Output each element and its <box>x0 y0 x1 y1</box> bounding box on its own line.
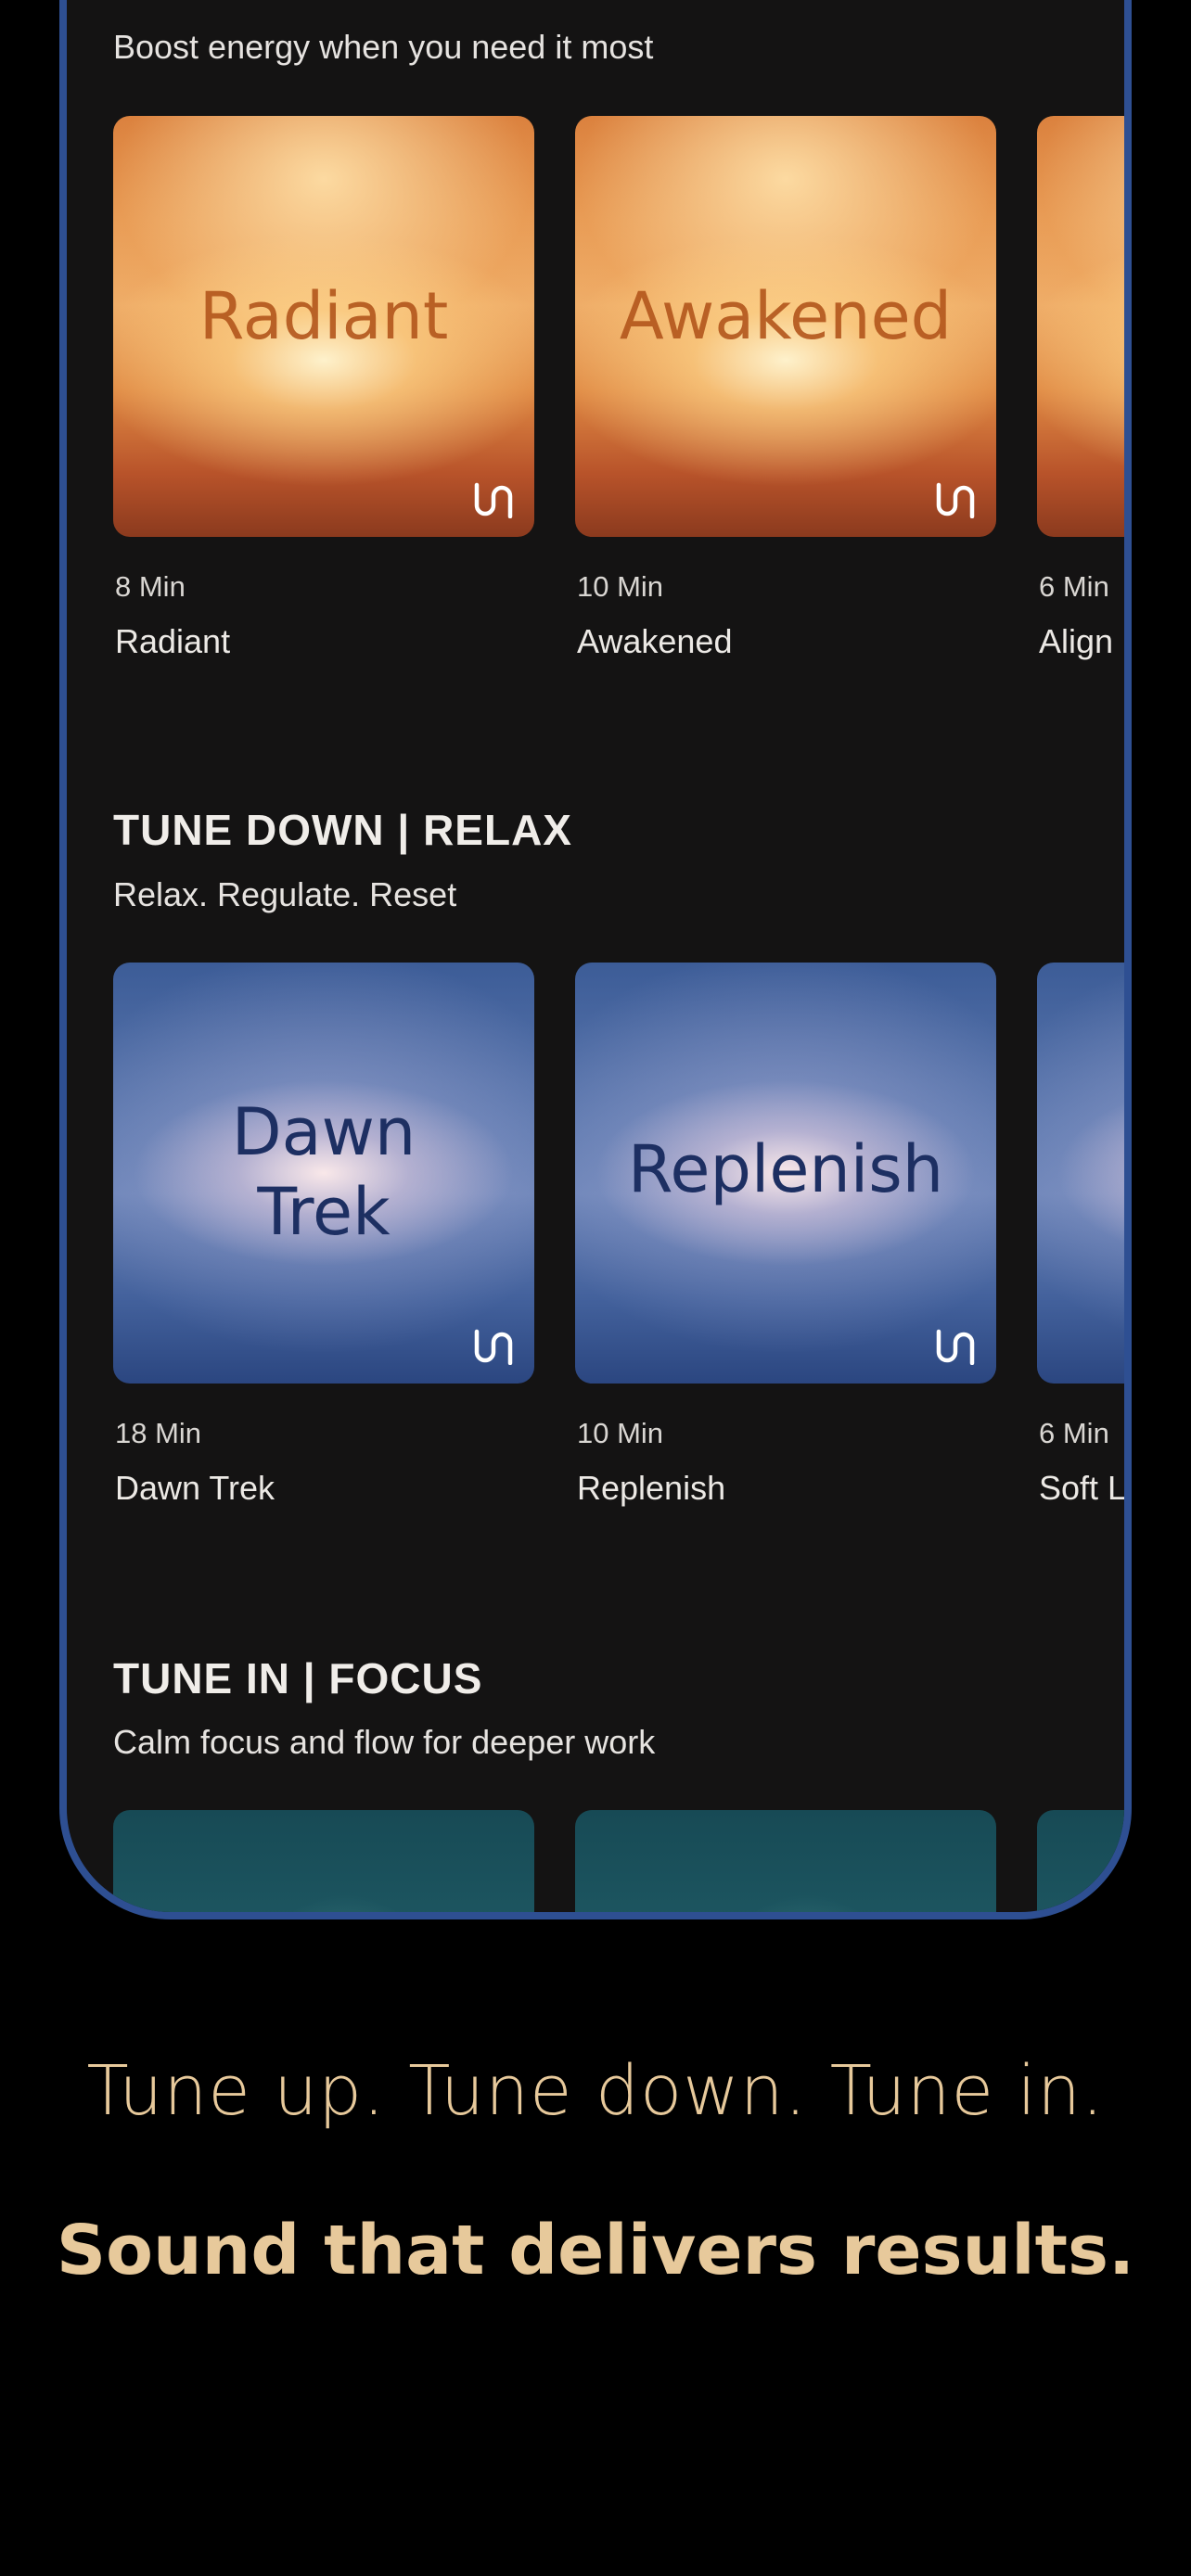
brand-logo-icon <box>474 482 513 518</box>
relax-card-row[interactable]: Dawn Trek 18 Min Dawn Trek Replenish 10 … <box>113 963 1124 1612</box>
session-name: Radiant <box>115 622 231 660</box>
artwork-title: Radiant <box>198 278 449 354</box>
session-card-focus-1[interactable] <box>113 1810 534 1912</box>
artwork-title-line2: Trek <box>257 1174 391 1250</box>
session-name: Replenish <box>577 1469 726 1507</box>
session-name: Align <box>1039 622 1114 660</box>
session-artwork[interactable]: F <box>1037 116 1124 537</box>
focus-card-row[interactable] <box>113 1810 1124 1912</box>
tagline-secondary: Sound that delivers results. <box>56 2211 1135 2290</box>
session-card-soft[interactable]: I 6 Min Soft L <box>1037 963 1124 1507</box>
session-duration: 6 Min <box>1039 570 1109 603</box>
brand-logo-icon <box>936 482 975 518</box>
energize-subtitle: Boost energy when you need it most <box>113 28 654 66</box>
session-card-focus-2[interactable] <box>575 1810 996 1912</box>
app-screen: Boost energy when you need it most Radia… <box>67 7 1124 1912</box>
session-artwork[interactable]: Replenish <box>575 963 996 1384</box>
session-artwork[interactable] <box>1037 1810 1124 1912</box>
relax-section-title: TUNE DOWN | RELAX <box>113 806 572 854</box>
session-card-align[interactable]: F 6 Min Align <box>1037 116 1124 660</box>
session-artwork[interactable]: Radiant <box>113 116 534 537</box>
session-card-radiant[interactable]: Radiant 8 Min Radiant <box>113 116 534 660</box>
artwork-title: Awakened <box>619 278 953 354</box>
session-artwork[interactable] <box>113 1810 534 1912</box>
session-duration: 10 Min <box>577 1417 664 1449</box>
session-card-replenish[interactable]: Replenish 10 Min Replenish <box>575 963 996 1507</box>
session-card-focus-3[interactable] <box>1037 1810 1124 1912</box>
session-artwork[interactable]: Awakened <box>575 116 996 537</box>
artwork-title: I <box>1037 1129 1124 1209</box>
session-name: Awakened <box>577 622 733 660</box>
session-card-dawn-trek[interactable]: Dawn Trek 18 Min Dawn Trek <box>113 963 534 1507</box>
brand-logo-icon <box>474 1329 513 1365</box>
session-name: Soft L <box>1039 1469 1127 1507</box>
session-artwork[interactable] <box>575 1810 996 1912</box>
session-duration: 10 Min <box>577 570 664 603</box>
session-duration: 6 Min <box>1039 1417 1109 1449</box>
session-duration: 8 Min <box>115 570 186 603</box>
session-name: Dawn Trek <box>115 1469 275 1507</box>
artwork-title: F <box>1037 311 1124 390</box>
focus-subtitle: Calm focus and flow for deeper work <box>113 1723 656 1761</box>
tagline-primary: Tune up. Tune down. Tune in. <box>86 2051 1105 2131</box>
artwork-title: Replenish <box>627 1131 944 1207</box>
session-artwork[interactable]: I <box>1037 963 1124 1384</box>
focus-section-title: TUNE IN | FOCUS <box>113 1654 483 1702</box>
brand-logo-icon <box>936 1329 975 1365</box>
phone-frame: Boost energy when you need it most Radia… <box>59 0 1132 1919</box>
artwork-title-line1: Dawn <box>231 1094 416 1170</box>
session-artwork[interactable]: Dawn Trek <box>113 963 534 1384</box>
relax-subtitle: Relax. Regulate. Reset <box>113 875 457 913</box>
session-card-awakened[interactable]: Awakened 10 Min Awakened <box>575 116 996 660</box>
energize-card-row[interactable]: Radiant 8 Min Radiant Awakened 10 Min Aw… <box>113 116 1124 765</box>
session-duration: 18 Min <box>115 1417 202 1449</box>
